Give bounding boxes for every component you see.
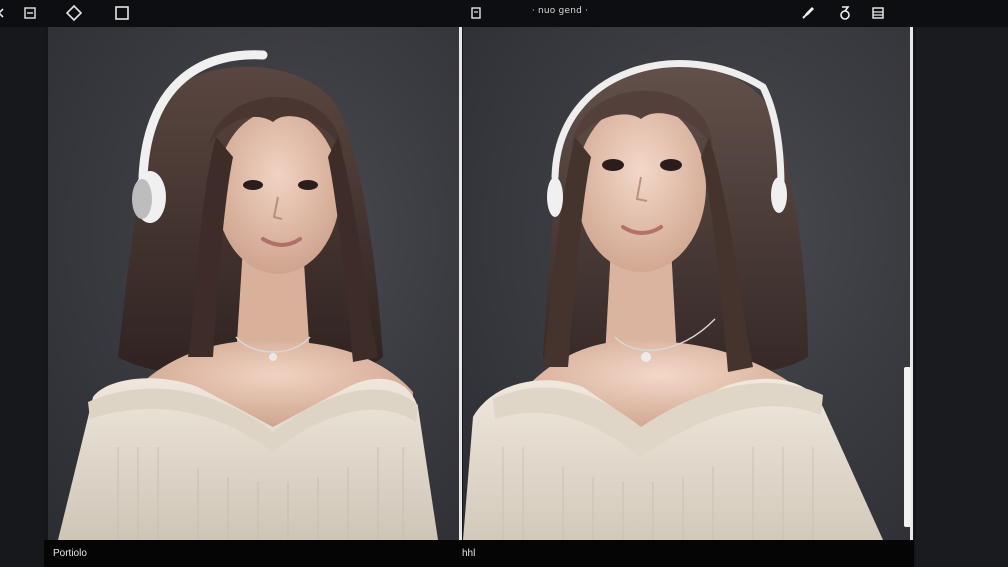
portrait-image-right [463,60,883,540]
square-icon[interactable] [113,4,131,22]
document-icon[interactable] [467,4,485,22]
panel-icon[interactable] [21,4,39,22]
caption-right: hhl [462,548,476,559]
top-toolbar: · nuo gend · [0,0,1008,27]
right-gutter [916,27,1008,567]
left-gutter [0,27,44,567]
panel-divider[interactable] [459,27,462,540]
scrollbar-thumb[interactable] [904,367,911,527]
menu-icon[interactable] [0,4,10,22]
canvas-panel-right[interactable] [463,27,910,540]
rotate-icon[interactable] [836,4,854,22]
diamond-icon[interactable] [65,4,83,22]
brush-icon[interactable] [799,4,817,22]
canvas-panel-left[interactable] [48,27,459,540]
image-editor-window: · nuo gend · Portiolo hhl [0,0,1008,567]
layers-icon[interactable] [869,4,887,22]
portrait-image-left [58,50,438,540]
caption-bar: Portiolo hhl [44,540,914,567]
document-title: · nuo gend · [531,6,589,16]
caption-left: Portiolo [53,548,87,559]
